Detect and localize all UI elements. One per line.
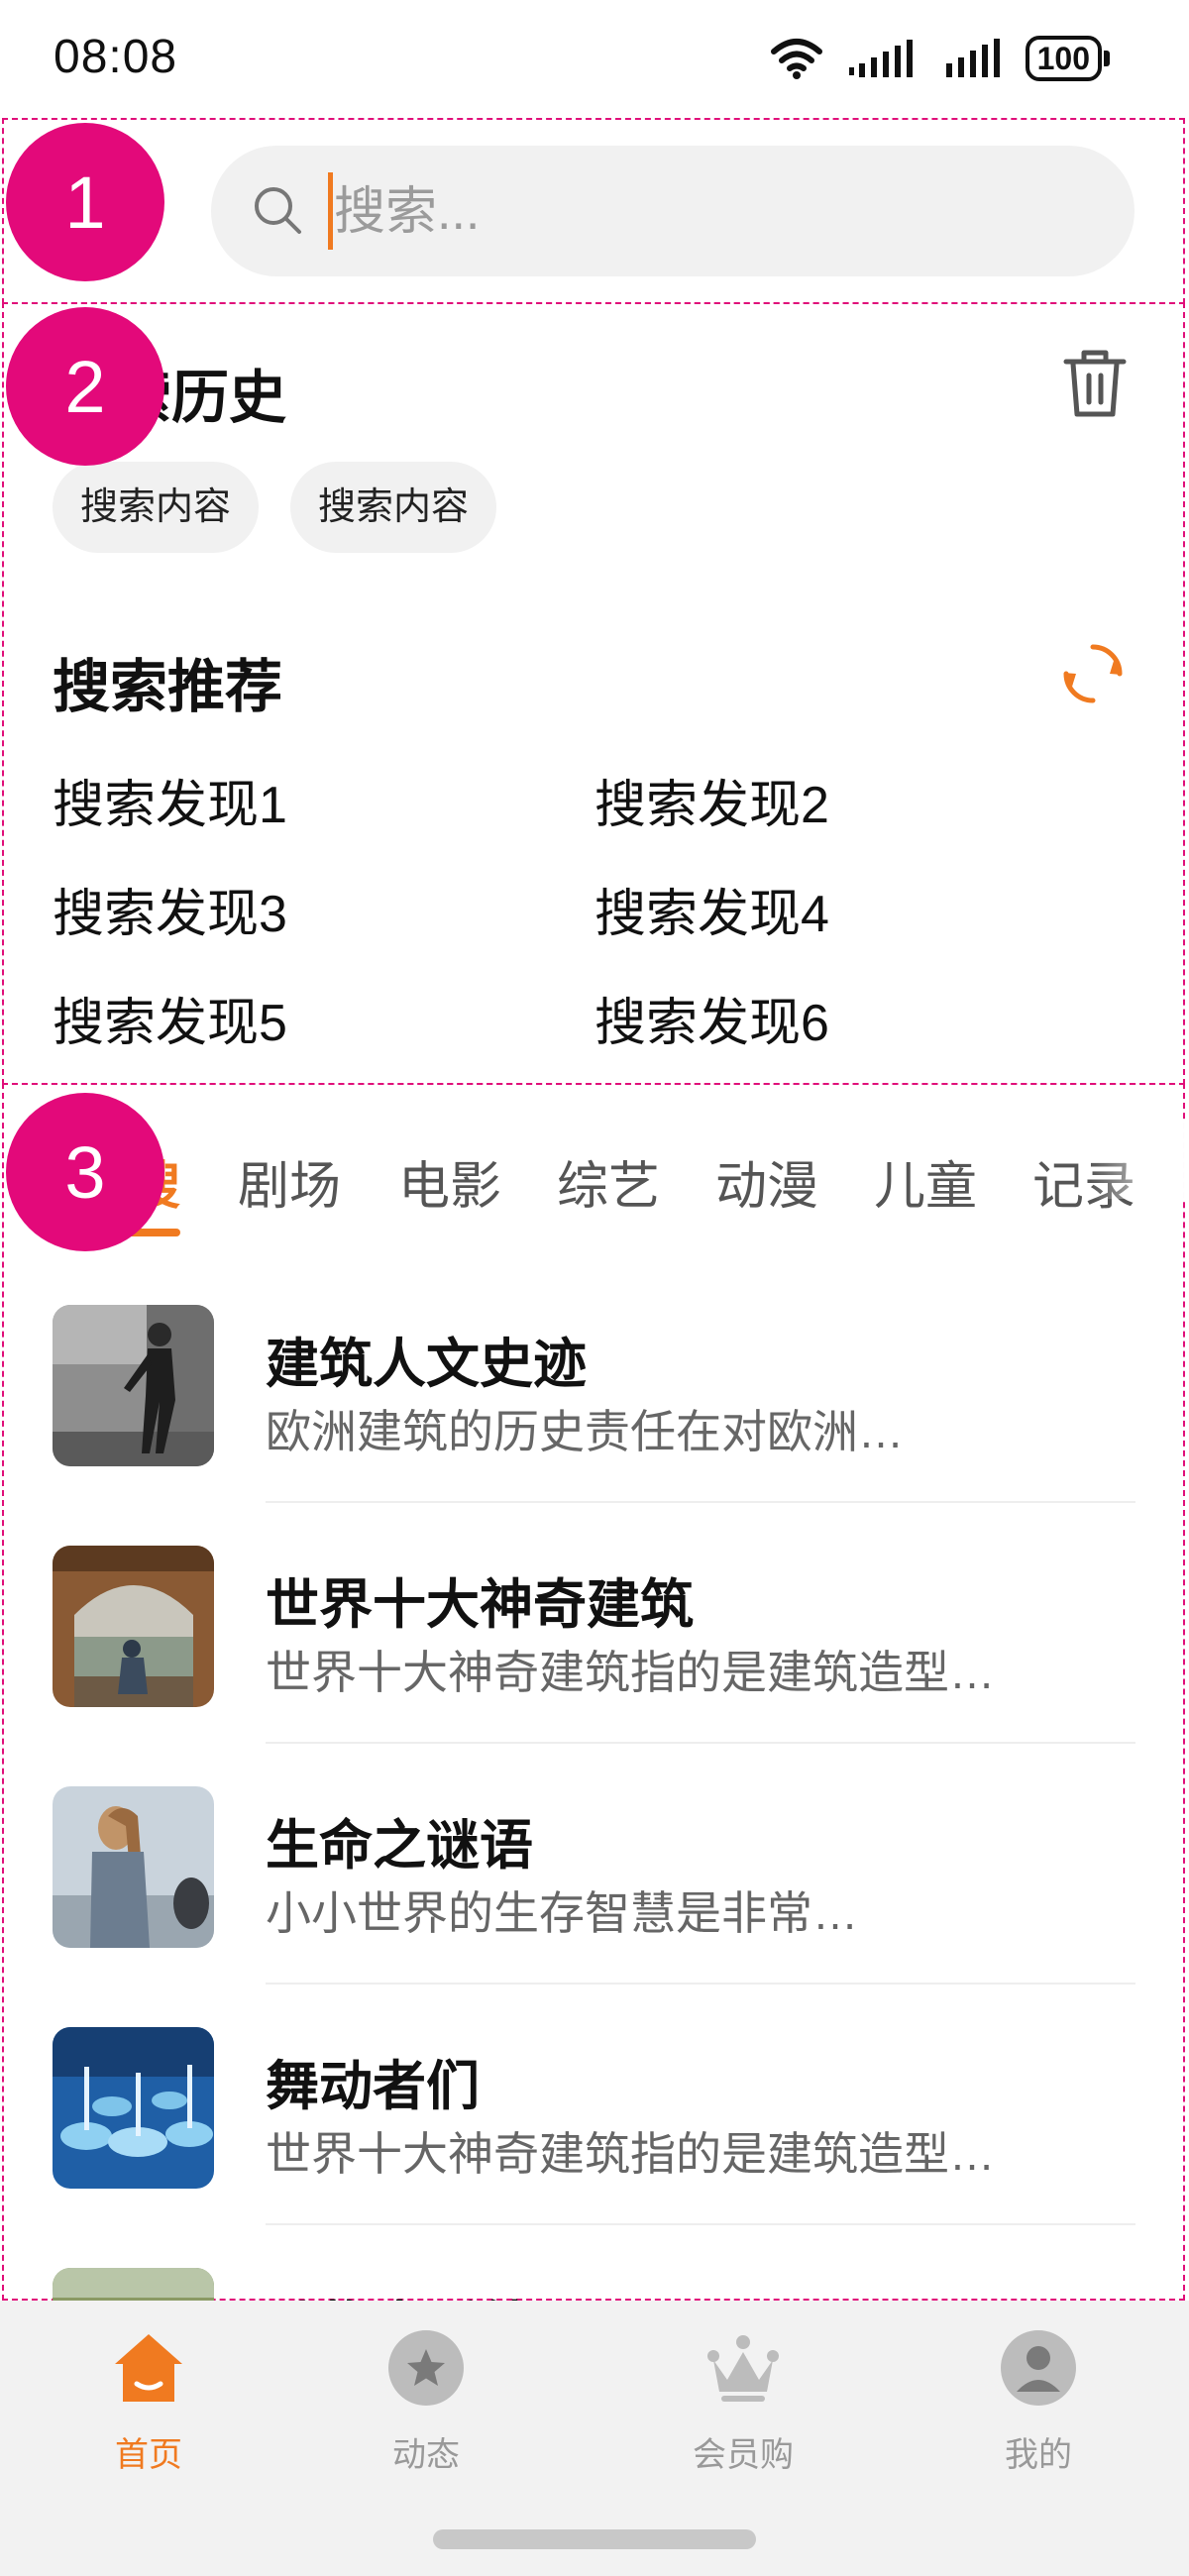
item-desc: 小小世界的生存智慧是非常… <box>266 1887 858 1939</box>
divider <box>266 1501 1135 1503</box>
refresh-icon[interactable] <box>1060 641 1126 706</box>
list-item[interactable]: 建筑人文史迹 欧洲建筑的历史责任在对欧洲… <box>0 1305 1185 1546</box>
tab-kids[interactable]: 儿童 <box>874 1144 977 1219</box>
home-indicator[interactable] <box>433 2529 756 2549</box>
search-bar[interactable] <box>211 146 1135 276</box>
tab-fade <box>1090 1120 1185 1199</box>
tab-variety[interactable]: 综艺 <box>557 1144 660 1219</box>
signal-icon-2 <box>945 39 1000 77</box>
arch-photo <box>53 1546 214 1707</box>
recommend-item[interactable]: 搜索发现6 <box>594 981 829 1055</box>
marker-1: 1 <box>6 123 164 281</box>
battery-level: 100 <box>1025 36 1102 81</box>
item-title: 生命之谜语 <box>266 1816 533 1876</box>
divider <box>266 1742 1135 1744</box>
battery-icon: 100 <box>1025 36 1110 81</box>
trash-icon[interactable] <box>1060 348 1130 419</box>
marker-3: 3 <box>6 1093 164 1251</box>
item-desc: 欧洲建筑的历史责任在对欧洲… <box>266 1406 904 1457</box>
star-icon <box>388 2330 464 2406</box>
item-desc: 世界十大神奇建筑指的是建筑造型… <box>266 2128 995 2180</box>
signal-icon <box>848 40 913 77</box>
dancers-photo <box>53 2027 214 2189</box>
nav-feed[interactable]: 动态 <box>327 2330 525 2476</box>
profile-icon <box>1001 2330 1076 2406</box>
search-input[interactable] <box>332 165 1089 259</box>
nav-member-shop[interactable]: 会员购 <box>644 2330 842 2476</box>
list-item[interactable]: 生命之谜语 小小世界的生存智慧是非常… <box>0 1786 1185 2027</box>
runner-photo <box>53 1305 214 1466</box>
recommend-title: 搜索推荐 <box>53 655 283 719</box>
item-title: 世界十大神奇建筑 <box>266 1575 694 1635</box>
nav-label: 我的 <box>1005 2436 1072 2474</box>
recommend-item[interactable]: 搜索发现4 <box>594 872 829 946</box>
home-icon <box>111 2330 186 2406</box>
crown-icon <box>705 2330 781 2406</box>
nav-profile[interactable]: 我的 <box>939 2330 1137 2476</box>
nav-label: 首页 <box>115 2436 182 2474</box>
nav-label: 动态 <box>392 2436 460 2474</box>
history-chip[interactable]: 搜索内容 <box>290 462 497 553</box>
nav-label: 会员购 <box>693 2436 794 2474</box>
divider <box>266 1983 1135 1985</box>
divider <box>266 2223 1135 2225</box>
item-title: 建筑人文史迹 <box>266 1335 587 1394</box>
category-tabs: 搜 剧场 电影 综艺 动漫 儿童 记录 <box>0 1090 1185 1219</box>
list-item[interactable]: 舞动者们 世界十大神奇建筑指的是建筑造型… <box>0 2027 1185 2268</box>
search-icon <box>255 187 301 234</box>
recommend-item[interactable]: 搜索发现1 <box>53 763 287 837</box>
item-desc: 世界十大神奇建筑指的是建筑造型… <box>266 1647 995 1698</box>
woman-photo <box>53 1786 214 1948</box>
status-bar: 08:08 100 <box>0 0 1189 117</box>
recommend-item[interactable]: 搜索发现3 <box>53 872 287 946</box>
status-time: 08:08 <box>54 31 178 83</box>
recommend-item[interactable]: 搜索发现2 <box>594 763 829 837</box>
wifi-icon <box>770 39 822 79</box>
list-item[interactable]: 世界十大神奇建筑 世界十大神奇建筑指的是建筑造型… <box>0 1546 1185 1786</box>
tab-movie[interactable]: 电影 <box>398 1144 501 1219</box>
status-icons: 100 <box>770 36 1110 81</box>
history-chip[interactable]: 搜索内容 <box>53 462 260 553</box>
marker-2: 2 <box>6 307 164 466</box>
tab-anime[interactable]: 动漫 <box>715 1144 818 1219</box>
tab-theater[interactable]: 剧场 <box>238 1144 341 1219</box>
recommend-item[interactable]: 搜索发现5 <box>53 981 287 1055</box>
nav-home[interactable]: 首页 <box>50 2330 248 2476</box>
item-title: 舞动者们 <box>266 2057 480 2116</box>
